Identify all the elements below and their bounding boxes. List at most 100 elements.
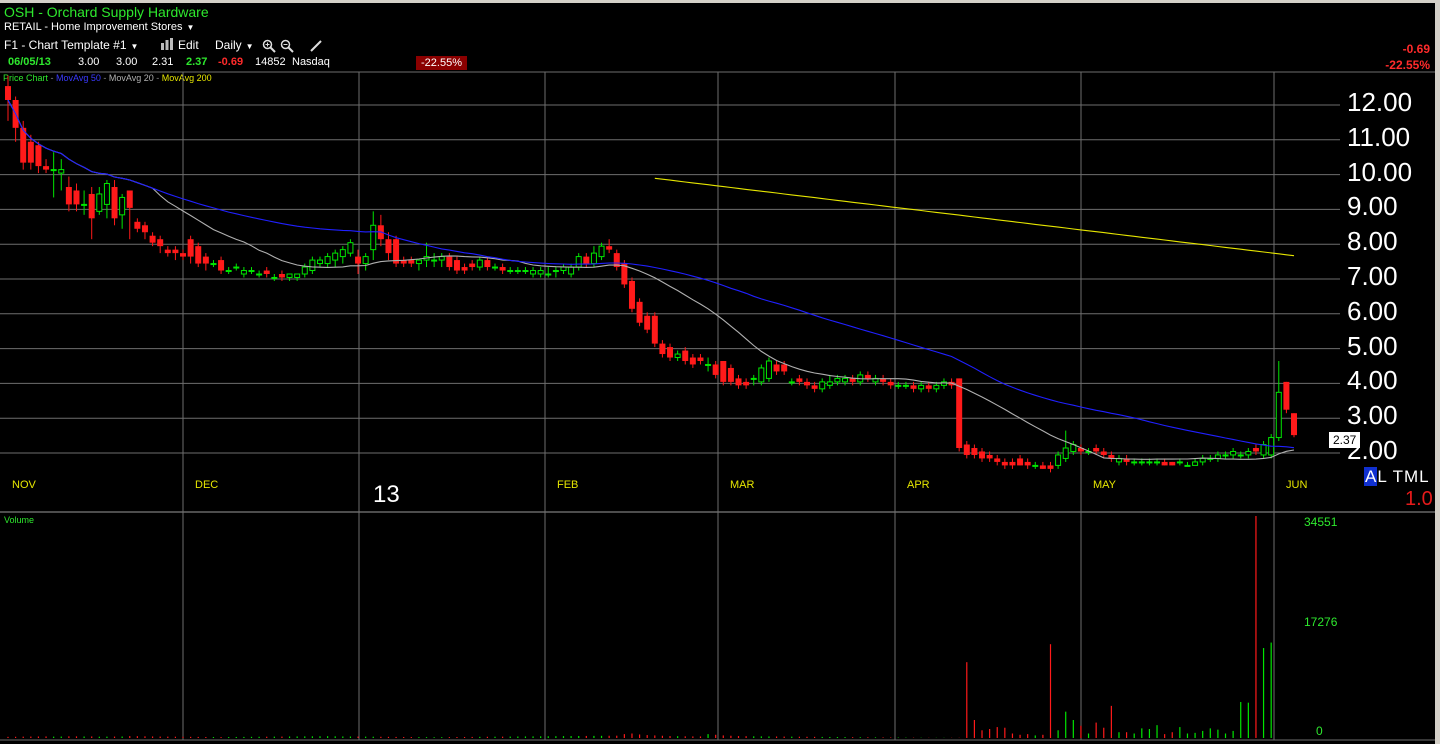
candle-body <box>1230 450 1237 456</box>
candle-body <box>590 252 597 265</box>
month-label: 13 <box>373 481 400 508</box>
candle-body <box>218 260 225 271</box>
price-axis-label: 3.00 <box>1347 400 1398 431</box>
candle-body <box>1024 461 1031 466</box>
candle-body <box>225 270 232 273</box>
candle-body <box>256 273 263 276</box>
month-label: FEB <box>557 479 579 491</box>
candle-body <box>58 169 65 174</box>
candle-body <box>743 381 750 386</box>
candle-body <box>134 221 141 229</box>
atml-indicator[interactable]: AL TML <box>1364 467 1430 487</box>
candle-body <box>408 260 415 264</box>
candle-body <box>1062 447 1069 459</box>
candle-body <box>910 385 917 389</box>
candle-body <box>96 193 103 212</box>
candle-body <box>385 239 392 254</box>
candle-body <box>81 203 88 206</box>
candle-body <box>149 235 156 243</box>
candle-body <box>332 252 339 261</box>
candle-body <box>803 381 810 386</box>
candle-body <box>705 363 712 366</box>
candle-body <box>240 270 247 275</box>
candle-body <box>278 274 285 278</box>
candle-body <box>263 270 270 274</box>
candle-body <box>811 385 818 389</box>
candle-body <box>1146 461 1153 464</box>
candle-body <box>1222 454 1229 457</box>
candle-body <box>979 451 986 459</box>
candle-body <box>1039 465 1046 469</box>
candle-body <box>73 190 80 205</box>
candle-body <box>27 141 34 163</box>
candle-body <box>309 259 316 272</box>
candle-body <box>1291 413 1297 436</box>
candle-body <box>347 242 354 254</box>
candle-body <box>286 273 293 278</box>
candle-body <box>1214 454 1221 459</box>
candle-body <box>758 367 765 383</box>
candle-body <box>453 260 460 271</box>
candle-body <box>674 353 681 359</box>
candle-body <box>202 256 209 264</box>
candle-body <box>370 224 377 251</box>
candle-body <box>492 266 499 269</box>
candle-body <box>324 256 331 265</box>
candle-body <box>1009 461 1016 466</box>
month-label: MAY <box>1093 479 1117 491</box>
atml-rest: L TML <box>1377 467 1430 486</box>
candle-body <box>583 256 590 264</box>
candle-body <box>233 266 240 269</box>
candle-body <box>355 256 362 264</box>
volume-mid-tick: 17276 <box>1304 615 1338 629</box>
candle-body <box>484 260 491 268</box>
candle-body <box>1138 461 1145 464</box>
candle-body <box>1252 448 1259 452</box>
month-label: APR <box>907 479 930 491</box>
candle-body <box>918 384 925 390</box>
price-axis-label: 12.00 <box>1347 87 1413 117</box>
candle-body <box>1283 381 1290 410</box>
candle-body <box>1017 458 1024 466</box>
candle-body <box>994 458 1001 462</box>
candle-body <box>826 381 833 386</box>
price-axis-label: 5.00 <box>1347 330 1398 361</box>
candle-body <box>271 276 278 279</box>
candle-body <box>180 253 187 257</box>
candle-body <box>1032 464 1039 467</box>
candle-body <box>606 246 613 250</box>
month-label: NOV <box>12 479 36 491</box>
candle-body <box>50 169 57 172</box>
candle-body <box>1260 444 1267 456</box>
candle-body <box>781 364 788 372</box>
candle-body <box>842 377 849 383</box>
candle-body <box>902 384 909 387</box>
candle-body <box>1199 457 1206 463</box>
candle-body <box>1275 391 1282 439</box>
candle-body <box>834 377 841 383</box>
candle-body <box>1001 461 1008 466</box>
candle-body <box>971 448 978 455</box>
price-axis-label: 11.00 <box>1347 121 1411 152</box>
price-chart[interactable] <box>0 0 1440 744</box>
candle-body <box>1237 454 1244 457</box>
candle-body <box>141 225 148 233</box>
candle-body <box>849 378 856 382</box>
candle-body <box>537 270 544 275</box>
candle-body <box>1154 461 1161 464</box>
candle-body <box>294 273 301 278</box>
candle-body <box>667 347 674 358</box>
candle-body <box>5 86 11 100</box>
scale-one-label: 1.0 <box>1405 488 1433 510</box>
candle-body <box>446 256 453 268</box>
candle-body <box>720 361 727 382</box>
price-axis-label: 4.00 <box>1347 365 1398 396</box>
candle-body <box>431 259 438 262</box>
candle-body <box>393 239 400 264</box>
candle-body <box>187 239 194 257</box>
candle-body <box>476 259 483 268</box>
atml-a: A <box>1364 467 1378 486</box>
candle-body <box>248 270 255 273</box>
candle-body <box>35 145 42 167</box>
candle-body <box>1245 450 1252 456</box>
